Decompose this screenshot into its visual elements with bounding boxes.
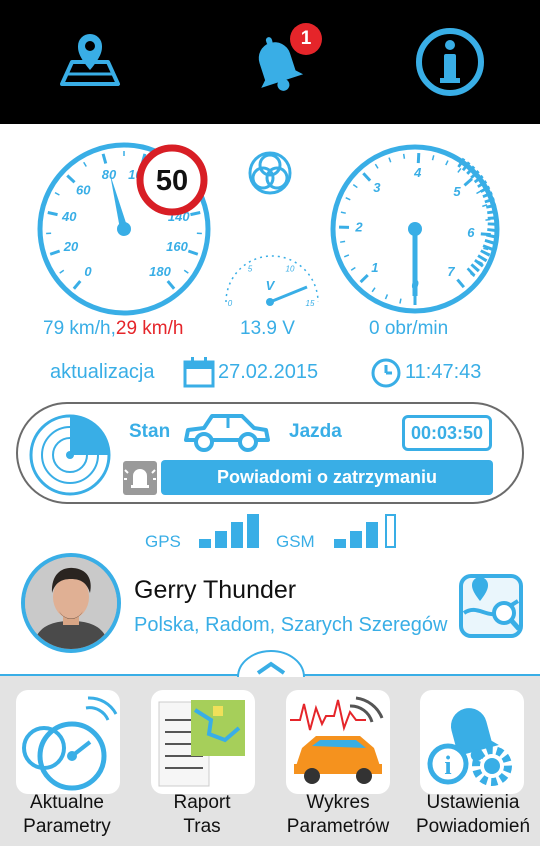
info-icon[interactable] [412,24,488,100]
user-address: Polska, Radom, Szarych Szeregów [134,614,448,636]
gauge-tick-label: 20 [63,239,79,254]
gauge-tick-label: 7 [447,264,455,279]
gauge-tick-label: 160 [166,239,188,254]
gauge-tick-label: 40 [61,209,77,224]
tile-label-current-params: Aktualne Parametry [23,792,111,837]
car-icon [184,414,270,452]
gauge-tick [190,211,201,217]
calendar-icon [183,357,215,388]
gauge-tick-label: 4 [413,165,422,180]
route-report-icon [158,700,245,787]
gauge-tick-label: 80 [102,167,117,182]
speed-limit-sign: 50 [136,144,208,216]
gauge-tick [340,240,346,243]
update-time: 11:47:43 [405,361,482,383]
tile-label-params-chart: Wykres Parametrów [286,792,390,837]
gauge-tick-label: 60 [76,183,91,198]
gauge-tick [485,218,491,221]
notification-badge: 1 [290,23,322,55]
voltage-needle [269,285,308,304]
route-report-button[interactable] [151,690,255,794]
gauge-tick [402,153,406,159]
gps-signal-icon [199,514,259,548]
user-photo [25,557,117,649]
expand-handle[interactable] [236,649,306,681]
gauge-tick-label: 1 [371,260,378,275]
gauge-tick-label: 0 [84,264,92,279]
map-pin-icon[interactable] [52,24,128,100]
user-name: Gerry Thunder [134,576,297,604]
alarm-bell-icon [124,469,156,488]
notify-stop-button[interactable]: Powiadomi o zatrzymaniu [161,460,493,495]
gsm-signal-icon [334,514,396,548]
speed-limit-value: 50 [156,165,188,197]
gauge-tick-label: 5 [248,264,253,273]
gauge-tick-label: 10 [286,264,295,273]
speedometer-tile-icon [22,696,118,791]
map-search-icon[interactable] [458,573,524,639]
gauge-tick-label: 180 [149,264,171,279]
rpm-readout: 0 obr/min [369,318,449,339]
svg-text:V: V [266,278,276,293]
svg-text:i: i [444,751,451,780]
gauge-tick-label: 3 [373,180,381,195]
gauge-tick-label: 15 [306,299,315,308]
top-bar: 1 [0,0,540,124]
update-date: 27.02.2015 [218,361,319,383]
tile-label-notify-settings: Ustawienia Powiadomień [415,792,531,837]
gps-label: GPS [145,532,181,551]
clock-icon [371,358,401,388]
notify-settings-button[interactable]: i [420,690,524,794]
current-params-button[interactable] [16,690,120,794]
bell-gear-icon: i [427,708,512,786]
gauge-tick-label: 6 [467,225,475,240]
gauge-tick-label: 0 [228,299,233,308]
state-value: Jazda [289,421,342,442]
gauge-tick [399,298,402,304]
gauge-tick-label: 2 [354,220,363,235]
gauge-tick [47,211,58,217]
state-label: Stan [129,421,171,442]
radar-icon [29,414,111,496]
voltage-readout: 13.9 V [240,318,295,339]
params-chart-button[interactable] [286,690,390,794]
car-chart-icon [290,696,384,784]
gsm-label: GSM [276,532,315,551]
logo-icon [248,151,292,195]
avatar[interactable] [21,553,121,653]
tile-label-route-report: Raport Tras [173,792,231,837]
update-label: aktualizacja [50,361,155,383]
gauge-tick-label: 5 [453,184,461,199]
speed-readout: 79 km/h,29 km/h [43,318,184,339]
alarm-button[interactable] [123,461,157,495]
drive-timer: 00:03:50 [402,415,492,451]
voltmeter-gauge: 0 5 10 15 V [225,255,319,308]
speed-limit-readout: 29 km/h [115,318,184,339]
gauge-tick [480,232,491,237]
tachometer-gauge: 01234567 [330,144,500,314]
